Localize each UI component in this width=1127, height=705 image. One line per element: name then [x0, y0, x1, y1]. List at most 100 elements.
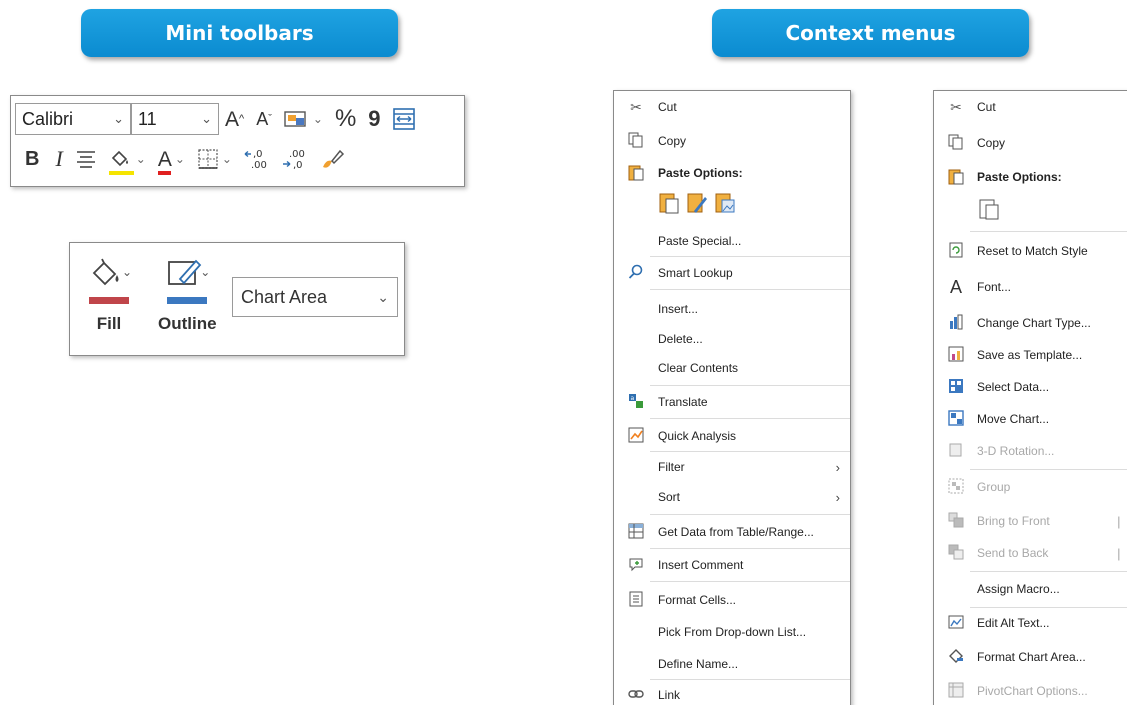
menu-item-define-name[interactable]: Define Name... — [614, 652, 850, 676]
paste-icon[interactable] — [658, 191, 680, 221]
menu-item-label: Select Data... — [977, 380, 1050, 394]
paste-formulas-icon[interactable] — [686, 191, 708, 221]
menu-item-insert-comment[interactable]: Insert Comment — [614, 553, 850, 577]
move-chart-icon — [946, 409, 966, 429]
svg-text:,0: ,0 — [293, 160, 303, 171]
align-center-icon[interactable] — [75, 149, 97, 169]
chevron-down-icon[interactable]: ⌄ — [200, 265, 210, 279]
menu-separator — [650, 289, 850, 290]
percent-style-icon[interactable]: % — [335, 107, 356, 131]
chevron-down-icon[interactable]: ⌄ — [136, 153, 146, 165]
menu-item-copy[interactable]: Copy — [934, 131, 1127, 155]
menu-item-filter[interactable]: Filter › — [614, 455, 850, 479]
chevron-down-icon[interactable]: ⌄ — [377, 289, 389, 306]
chevron-down-icon[interactable]: ⌄ — [222, 153, 232, 165]
menu-item-move-chart[interactable]: Move Chart... — [934, 407, 1127, 431]
fill-label: Fill — [96, 314, 122, 333]
menu-item-font[interactable]: A Font... — [934, 275, 1127, 299]
menu-item-bring-front: Bring to Front | › — [934, 509, 1127, 533]
chevron-down-icon[interactable]: ⌄ — [113, 111, 124, 127]
comma-style-icon[interactable]: 9 — [368, 108, 380, 130]
menu-item-pick-list[interactable]: Pick From Drop-down List... — [614, 620, 850, 644]
menu-item-copy[interactable]: Copy — [614, 129, 850, 153]
chevron-down-icon[interactable]: ⌄ — [313, 113, 323, 125]
fill-button[interactable]: ⌄ Fill — [84, 257, 134, 334]
font-color-icon[interactable]: A ⌄ — [157, 149, 185, 175]
copy-icon — [946, 134, 966, 153]
cell-styles-icon[interactable]: ⌄ — [284, 108, 323, 130]
reset-style-icon — [946, 242, 966, 261]
quick-analysis-icon — [626, 427, 646, 446]
font-size-combo[interactable]: 11 ⌄ — [131, 103, 219, 135]
menu-item-sort[interactable]: Sort › — [614, 485, 850, 509]
menu-item-group: Group › — [934, 475, 1127, 499]
link-icon — [626, 686, 646, 705]
menu-item-smart-lookup[interactable]: Smart Lookup — [614, 261, 850, 285]
chart-element-select[interactable]: Chart Area ⌄ — [232, 277, 398, 317]
menu-item-label: Cut — [977, 100, 996, 114]
menu-item-label: Smart Lookup — [658, 266, 733, 280]
chevron-down-icon[interactable]: ⌄ — [175, 153, 185, 165]
menu-item-clear-contents[interactable]: Clear Contents — [614, 356, 850, 380]
paste-picture-icon[interactable] — [714, 191, 736, 221]
menu-item-assign-macro[interactable]: Assign Macro... — [934, 577, 1127, 601]
decrease-decimal-icon[interactable]: .00,0 — [282, 147, 308, 171]
font-icon: A — [949, 276, 962, 297]
cell-mini-toolbar: Calibri ⌄ 11 ⌄ A ^ Aˇ ⌄ % 9 B I ⌄ A ⌄ ⌄ … — [10, 95, 465, 187]
menu-item-label: Translate — [658, 395, 708, 409]
menu-item-label: Format Chart Area... — [977, 650, 1086, 664]
menu-separator — [650, 385, 850, 386]
menu-separator — [650, 548, 850, 549]
menu-item-label: Clear Contents — [658, 361, 739, 375]
paste-icon[interactable] — [978, 197, 1000, 227]
menu-item-paste-special[interactable]: Paste Special... — [614, 229, 850, 253]
menu-item-format-chart-area[interactable]: Format Chart Area... — [934, 645, 1127, 669]
menu-item-format-cells[interactable]: Format Cells... — [614, 588, 850, 612]
menu-item-reset-style[interactable]: Reset to Match Style — [934, 239, 1127, 263]
menu-item-translate[interactable]: a Translate — [614, 390, 850, 414]
merge-center-icon[interactable] — [392, 108, 415, 130]
menu-item-label: Insert... — [658, 302, 699, 316]
menu-item-change-chart-type[interactable]: Change Chart Type... — [934, 311, 1127, 335]
menu-item-edit-alt-text[interactable]: Edit Alt Text... — [934, 611, 1127, 635]
increase-decimal-icon[interactable]: ,0.00 — [244, 147, 270, 171]
font-name-combo[interactable]: Calibri ⌄ — [15, 103, 131, 135]
menu-item-label: Get Data from Table/Range... — [658, 525, 814, 539]
format-painter-icon[interactable] — [320, 147, 346, 171]
menu-item-label: Group — [977, 480, 1011, 494]
menu-separator — [970, 231, 1127, 232]
format-shape-icon — [946, 648, 966, 667]
decrease-font-size-icon[interactable]: Aˇ — [256, 110, 272, 128]
menu-item-save-template[interactable]: Save as Template... — [934, 343, 1127, 367]
alt-text-icon — [946, 614, 966, 633]
paste-icon — [626, 163, 646, 184]
menu-item-quick-analysis[interactable]: Quick Analysis — [614, 424, 850, 448]
svg-text:.00: .00 — [251, 160, 267, 171]
svg-text:a: a — [631, 395, 635, 402]
menu-item-label: Delete... — [658, 332, 703, 346]
menu-item-select-data[interactable]: Select Data... — [934, 375, 1127, 399]
menu-item-label: Move Chart... — [977, 412, 1050, 426]
fill-color-icon[interactable]: ⌄ — [108, 148, 146, 175]
menu-item-cut[interactable]: ✂ Cut — [934, 95, 1127, 119]
menu-item-label: PivotChart Options... — [977, 684, 1088, 698]
paste-options-group — [658, 191, 736, 221]
menu-item-cut[interactable]: ✂ Cut — [614, 95, 850, 119]
menu-item-delete[interactable]: Delete... — [614, 327, 850, 351]
chart-context-menu: ✂ Cut Copy Paste Options: Reset to Match… — [933, 90, 1127, 705]
outline-button[interactable]: ⌄ Outline — [158, 257, 217, 334]
send-back-icon — [946, 544, 966, 563]
menu-item-label: Assign Macro... — [977, 582, 1060, 596]
italic-icon[interactable]: I — [55, 148, 62, 170]
bold-icon[interactable]: B — [25, 149, 39, 169]
chevron-down-icon[interactable]: ⌄ — [122, 265, 132, 279]
menu-item-insert[interactable]: Insert... — [614, 297, 850, 321]
mini-toolbars-heading: Mini toolbars — [81, 9, 398, 57]
increase-font-size-icon[interactable]: A ^ — [225, 109, 244, 130]
menu-item-link[interactable]: Link — [614, 683, 850, 705]
borders-icon[interactable]: ⌄ — [197, 148, 232, 170]
menu-item-get-data[interactable]: Get Data from Table/Range... — [614, 520, 850, 544]
chart-mini-toolbar: ⌄ Fill ⌄ Outline Chart Area ⌄ — [69, 242, 405, 356]
menu-separator — [970, 469, 1127, 470]
chevron-down-icon[interactable]: ⌄ — [201, 111, 212, 127]
